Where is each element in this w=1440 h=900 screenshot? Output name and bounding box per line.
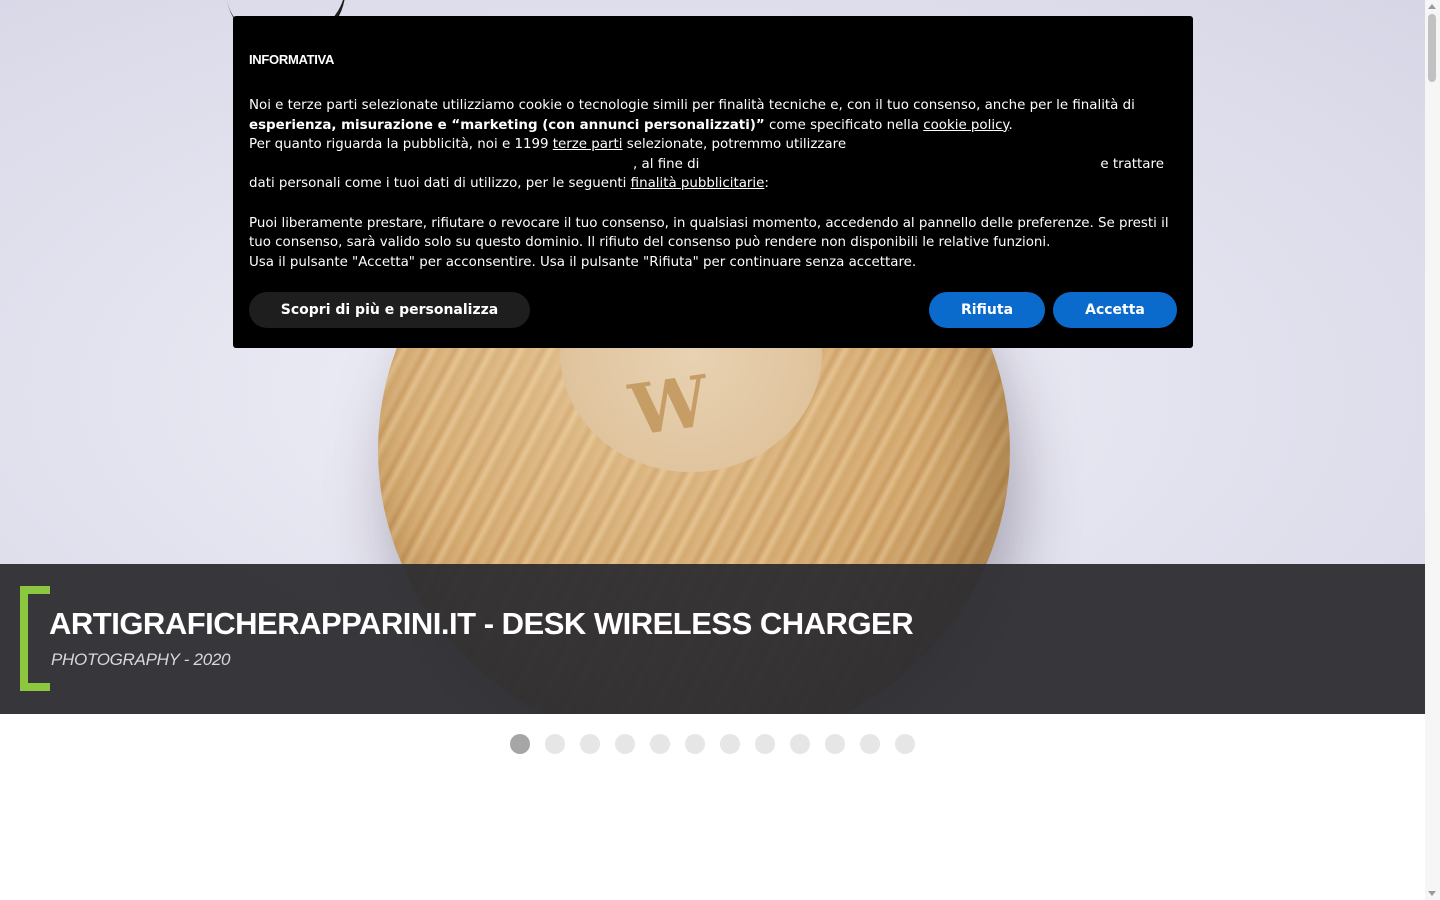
scroll-up-arrow-icon[interactable] (1428, 4, 1436, 9)
slider-dot-12[interactable] (895, 734, 915, 754)
scroll-down-arrow-icon[interactable] (1428, 891, 1436, 896)
cookie-policy-link[interactable]: cookie policy (923, 118, 1008, 133)
slider-dot-9[interactable] (790, 734, 810, 754)
cookie-text-line3b: e trattare (1100, 156, 1164, 172)
page-scrollbar[interactable] (1425, 0, 1440, 900)
slider-dot-2[interactable] (545, 734, 565, 754)
slider-dot-1[interactable] (510, 734, 530, 754)
learn-more-customize-button[interactable]: Scopri di più e personalizza (249, 292, 530, 328)
cookie-dialog-title: INFORMATIVA (249, 52, 335, 67)
slide-subtitle: PHOTOGRAPHY - 2020 (51, 650, 231, 669)
cookie-text-line2: Per quanto riguarda la pubblicità, noi e… (249, 137, 553, 153)
slider-dot-11[interactable] (860, 734, 880, 754)
slider-dot-6[interactable] (685, 734, 705, 754)
reject-button[interactable]: Rifiuta (929, 292, 1045, 328)
accept-button[interactable]: Accetta (1053, 292, 1177, 328)
cookie-text-purposes: esperienza, misurazione e “marketing (co… (249, 117, 765, 133)
cookie-consent-dialog: INFORMATIVA Noi e terze parti selezionat… (233, 16, 1193, 348)
ad-purposes-link[interactable]: finalità pubblicitarie (631, 176, 765, 191)
caption-accent-bracket (20, 586, 50, 691)
cookie-text-line1b: come specificato nella (764, 117, 924, 133)
slider-dot-3[interactable] (580, 734, 600, 754)
cookie-text-line1: Noi e terze parti selezionate utilizziam… (249, 98, 1135, 113)
slider-dot-4[interactable] (615, 734, 635, 754)
slider-pagination (510, 734, 915, 754)
slider-dot-10[interactable] (825, 734, 845, 754)
cookie-text-line3: , al fine di (633, 156, 700, 172)
slide-title[interactable]: ARTIGRAFICHERAPPARINI.IT - DESK WIRELESS… (49, 606, 914, 642)
slide-caption: ARTIGRAFICHERAPPARINI.IT - DESK WIRELESS… (0, 564, 1425, 714)
third-parties-link[interactable]: terze parti (553, 137, 623, 152)
cookie-dialog-text: Noi e terze parti selezionate utilizziam… (249, 96, 1181, 272)
cookie-text-consent-info: Puoi liberamente prestare, rifiutare o r… (249, 215, 1169, 251)
slider-dot-8[interactable] (755, 734, 775, 754)
cookie-text-buttons-info: Usa il pulsante "Accetta" per acconsenti… (249, 254, 917, 270)
cookie-text-line4: dati personali come i tuoi dati di utili… (249, 176, 631, 192)
scrollbar-thumb[interactable] (1428, 14, 1436, 82)
engraved-logo-mark: W (624, 358, 715, 453)
slider-dot-5[interactable] (650, 734, 670, 754)
slider-dot-7[interactable] (720, 734, 740, 754)
